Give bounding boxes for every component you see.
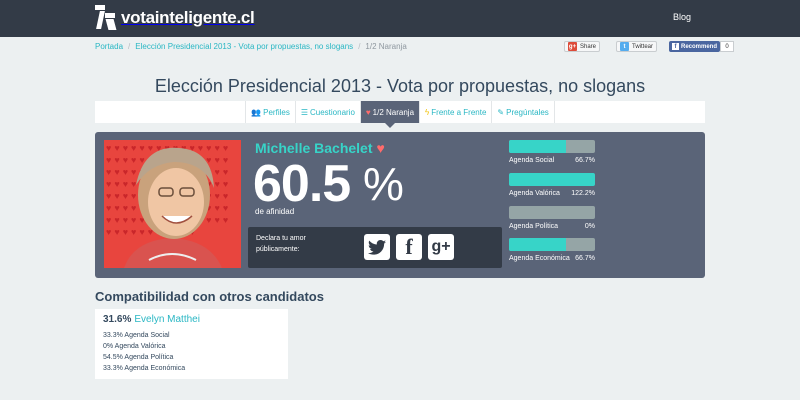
agenda-label: Agenda Social xyxy=(509,157,555,164)
agenda-bar xyxy=(509,238,595,251)
agenda-bar-fill xyxy=(509,173,595,186)
agenda-label: Agenda Política xyxy=(509,223,559,230)
affinity-percent-sign: % xyxy=(363,158,404,210)
candidate-portrait xyxy=(124,147,222,268)
compat-line: 33.3% Agenda Social xyxy=(103,332,170,339)
users-icon: 👥 xyxy=(251,107,262,117)
twitter-icon: t xyxy=(620,42,629,51)
google-plus-icon: g+ xyxy=(431,238,451,255)
tab-label: Frente a Frente xyxy=(431,107,487,117)
agenda-bar xyxy=(509,206,595,219)
agenda-bar xyxy=(509,140,595,153)
google-plus-share-label: Share xyxy=(580,43,597,50)
affinity-label: de afinidad xyxy=(255,207,295,216)
tab-media-naranja[interactable]: ♥ 1/2 Naranja xyxy=(360,101,421,128)
compat-title: Compatibilidad con otros candidatos xyxy=(95,289,324,304)
compat-agenda-list: 33.3% Agenda Social 0% Agenda Valórica 5… xyxy=(103,330,185,374)
twitter-share-label: Twittear xyxy=(632,43,654,50)
google-plus-share-button[interactable]: g+ Share xyxy=(564,41,601,52)
breadcrumb-separator: / xyxy=(358,42,361,51)
twitter-share-button[interactable]: t Twittear xyxy=(616,41,658,52)
tab-label: 1/2 Naranja xyxy=(372,107,415,117)
twitter-share-icon[interactable] xyxy=(364,234,390,260)
edit-icon: ✎ xyxy=(497,107,505,117)
facebook-icon: f xyxy=(405,234,413,259)
tab-preguntales[interactable]: ✎ Pregúntales xyxy=(492,101,555,123)
breadcrumb-separator: / xyxy=(128,42,131,51)
agenda-label: Agenda Económica xyxy=(509,255,570,262)
logo-text: votainteligente.cl xyxy=(121,8,255,27)
agenda-value: 66.7% xyxy=(575,255,595,262)
share-love-box: Declara tu amor públicamente: f g+ xyxy=(248,227,502,268)
affinity-percentage: 60.5 xyxy=(253,155,351,213)
bolt-icon: ϟ xyxy=(425,107,430,117)
compat-header: 31.6% Evelyn Matthei xyxy=(103,314,200,325)
agenda-social: Agenda Social 66.7% xyxy=(509,140,595,164)
compat-line: 0% Agenda Valórica xyxy=(103,343,166,350)
agenda-value: 66.7% xyxy=(575,157,595,164)
blog-link[interactable]: Blog xyxy=(673,12,691,22)
candidate-result-panel: ♥♥♥♥♥♥♥♥♥♥♥♥♥♥♥♥♥♥♥♥♥ ♥♥♥♥♥♥♥♥♥♥♥ ♥♥♥♥♥♥♥ ♥… xyxy=(95,132,705,278)
candidate-photo: ♥♥♥♥♥♥♥♥♥♥♥♥♥♥♥♥♥♥♥♥♥ ♥♥♥♥♥♥♥♥♥♥♥ ♥♥♥♥♥♥♥ ♥… xyxy=(104,140,241,268)
agenda-valorica: Agenda Valórica 122.2% xyxy=(509,173,595,197)
compat-line: 33.3% Agenda Económica xyxy=(103,365,186,372)
site-logo[interactable]: votainteligente.cl xyxy=(95,5,255,31)
compat-card: 31.6% Evelyn Matthei 33.3% Agenda Social… xyxy=(95,309,288,379)
section-tabs: 👥 Perfiles ☰ Cuestionario ♥ 1/2 Naranja … xyxy=(95,101,705,128)
google-plus-share-icon[interactable]: g+ xyxy=(428,234,454,260)
agenda-politica: Agenda Política 0% xyxy=(509,206,595,230)
heart-icon: ♥ xyxy=(365,107,371,117)
tab-perfiles[interactable]: 👥 Perfiles xyxy=(245,101,296,123)
compat-candidate-link[interactable]: Evelyn Matthei xyxy=(134,314,200,325)
facebook-icon: f xyxy=(672,43,679,50)
list-icon: ☰ xyxy=(300,107,308,117)
agenda-economica: Agenda Económica 66.7% xyxy=(509,238,595,262)
facebook-share-icon[interactable]: f xyxy=(396,234,422,260)
breadcrumb-current: 1/2 Naranja xyxy=(365,42,407,51)
facebook-recommend-label: Recommend xyxy=(681,43,718,50)
tab-cuestionario[interactable]: ☰ Cuestionario xyxy=(296,101,361,123)
facebook-recommend-count: 0 xyxy=(720,41,734,52)
google-plus-icon: g+ xyxy=(568,42,577,51)
tab-label: Perfiles xyxy=(263,107,290,117)
agenda-bar-fill xyxy=(509,140,567,153)
tab-label: Cuestionario xyxy=(310,107,355,117)
share-love-label: Declara tu amor públicamente: xyxy=(256,235,306,253)
breadcrumb-home-link[interactable]: Portada xyxy=(95,42,123,51)
agenda-value: 0% xyxy=(584,223,595,230)
compat-line: 54.5% Agenda Política xyxy=(103,354,174,361)
page-title: Elección Presidencial 2013 - Vota por pr… xyxy=(154,76,646,96)
tab-label: Pregúntales xyxy=(506,107,549,117)
top-navbar: votainteligente.cl Blog xyxy=(0,0,800,37)
agenda-label: Agenda Valórica xyxy=(509,190,560,197)
heart-icon: ♥ xyxy=(376,140,385,156)
agenda-bar xyxy=(509,173,595,186)
logo-mark-icon xyxy=(95,5,117,31)
agenda-bar-fill xyxy=(509,238,567,251)
breadcrumb: Portada / Elección Presidencial 2013 - V… xyxy=(95,42,407,51)
compat-percentage: 31.6% xyxy=(103,314,132,325)
twitter-icon xyxy=(368,239,386,255)
facebook-recommend-button[interactable]: f Recommend xyxy=(669,41,721,52)
breadcrumb-election-link[interactable]: Elección Presidencial 2013 - Vota por pr… xyxy=(135,42,353,51)
agenda-value: 122.2% xyxy=(571,190,595,197)
tab-frente-a-frente[interactable]: ϟ Frente a Frente xyxy=(420,101,493,123)
